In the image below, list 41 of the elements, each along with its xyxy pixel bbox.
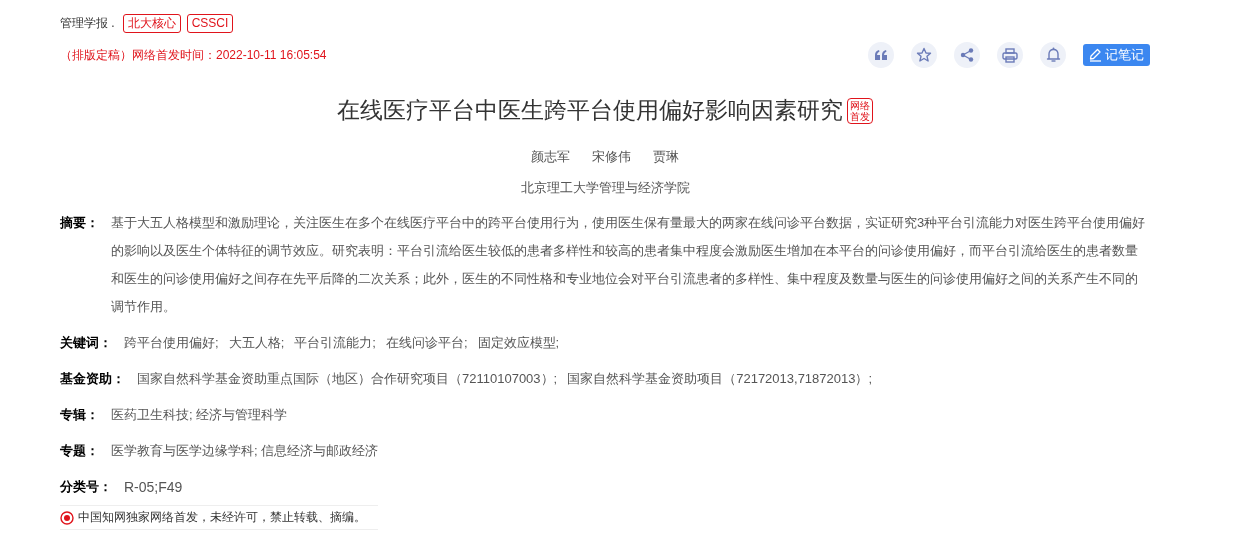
online-first-tag: 网络首发 — [847, 97, 873, 124]
index-tag: CSSCI — [186, 13, 234, 33]
quote-icon — [874, 49, 888, 61]
abstract-text: 基于大五人格模型和激励理论，关注医生在多个在线医疗平台中的跨平台使用行为，使用医生保有量最大的两家在线问诊平台数据，实证研究3种平台引流能力对医生跨平台使用偏好的影响以及医生个体特征的调节效应。研究表明：平台引流给医生较低的患者多样性和较高的患者集中程度会激励医生增加在本平台的问诊使用偏好，而平台引流给医生的患者数量和医生的问诊使用偏好之间存在先平后降的二次关系；此外，医生的不同性格和专业地位会对平台引流患者的多样性、集中程度及数量与医生的问诊使用偏好之间的关系产生不同的调节作用。 — [111, 214, 1147, 316]
bell-button[interactable] — [1040, 42, 1066, 68]
quote-button[interactable] — [868, 42, 894, 68]
link[interactable]: 国家自然科学基金资助项目（72172013,71872013）; — [567, 365, 873, 393]
print-icon — [1002, 47, 1018, 63]
index-tag: 北大核心 — [122, 13, 181, 33]
link[interactable]: 大五人格; — [228, 329, 285, 357]
field-label: 摘要： — [60, 214, 99, 232]
link[interactable]: 国家自然科学基金资助重点国际（地区）合作研究项目（72110107003）; — [137, 365, 558, 393]
article-title: 在线医疗平台中医生跨平台使用偏好影响因素研究 — [337, 96, 843, 125]
publish-time: （排版定稿）网络首发时间：2022-10-11 16:05:54 — [60, 46, 327, 64]
link[interactable]: 平台引流能力; — [294, 329, 376, 357]
author-link[interactable]: 贾琳 — [653, 148, 679, 166]
bell-icon — [1045, 47, 1061, 63]
author-link[interactable]: 宋修伟 — [592, 148, 631, 166]
link[interactable]: 跨平台使用偏好; — [124, 329, 219, 357]
field-label: 关键词： — [60, 334, 112, 352]
take-notes-button[interactable]: 记笔记 — [1083, 44, 1150, 66]
field-label: 分类号： — [60, 478, 112, 496]
affiliation-link[interactable]: 北京理工大学管理与经济学院 — [520, 180, 690, 195]
copyright-notice: 中国知网独家网络首发，未经许可，禁止转载、摘编。 — [78, 509, 366, 526]
field-value: 医学教育与医学边缘学科; 信息经济与邮政经济 — [111, 442, 380, 460]
star-button[interactable] — [911, 42, 937, 68]
target-icon — [60, 510, 74, 525]
share-icon — [960, 48, 974, 62]
pencil-icon — [1089, 48, 1102, 62]
author-link[interactable]: 颜志军 — [531, 148, 570, 166]
journal-name[interactable]: 管理学报 . — [60, 14, 115, 32]
field-label: 基金资助： — [60, 370, 125, 388]
print-button[interactable] — [997, 42, 1023, 68]
classification-code: R-05;F49 — [124, 478, 184, 497]
share-button[interactable] — [954, 42, 980, 68]
field-value: 医药卫生科技; 经济与管理科学 — [111, 406, 289, 424]
link[interactable]: 在线问诊平台; — [385, 329, 468, 357]
field-label: 专题： — [60, 442, 99, 460]
link[interactable]: 固定效应模型; — [477, 329, 560, 357]
star-icon — [916, 47, 932, 63]
field-label: 专辑： — [60, 406, 99, 424]
